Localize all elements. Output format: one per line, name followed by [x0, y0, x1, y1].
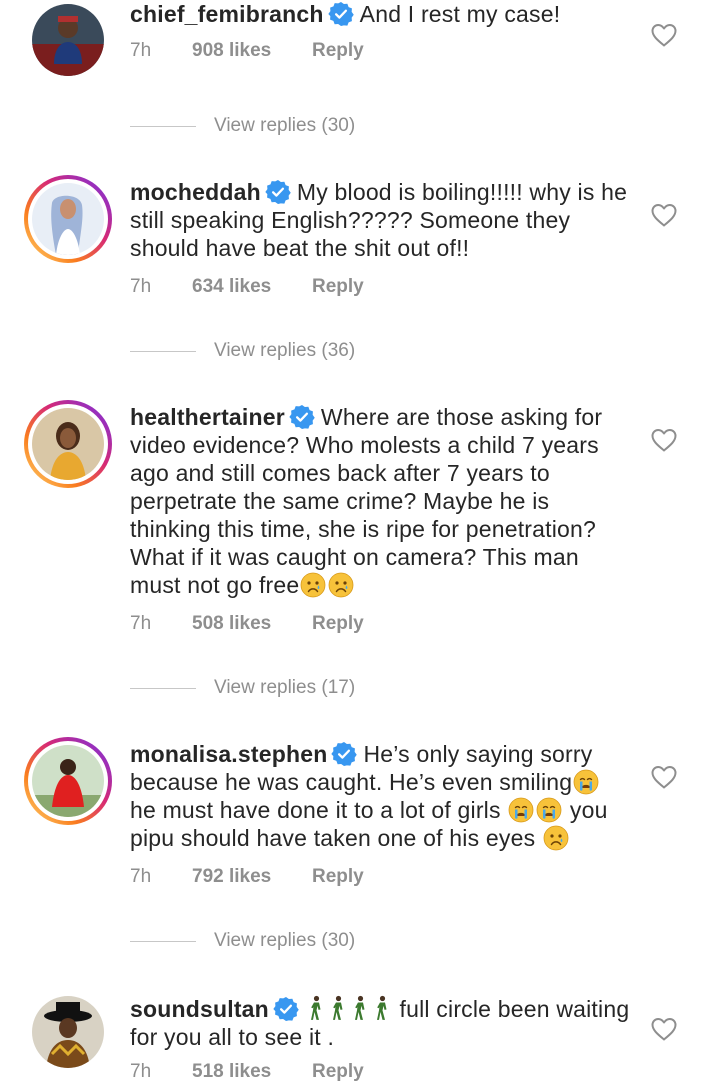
comments-feed: chief_femibranch And I rest my case! 7h 9…: [0, 0, 720, 1082]
comment-time: 7h: [130, 40, 152, 61]
likes-count[interactable]: 508 likes: [192, 610, 271, 638]
heart-icon[interactable]: [650, 1015, 678, 1043]
reply-button[interactable]: Reply: [312, 863, 364, 891]
reply-button[interactable]: Reply: [312, 610, 364, 638]
heart-icon[interactable]: [650, 201, 678, 229]
verified-badge-icon: [328, 1, 354, 27]
comment-text: he must have done it to a lot of girls: [130, 797, 501, 823]
likes-count[interactable]: 792 likes: [192, 863, 271, 891]
crying-face-icon: [573, 769, 599, 795]
comment-body: chief_femibranch And I rest my case!: [130, 0, 630, 28]
verified-badge-icon: [265, 179, 291, 205]
avatar[interactable]: [24, 175, 112, 263]
likes-count[interactable]: 518 likes: [192, 1058, 271, 1086]
likes-count[interactable]: 908 likes: [192, 37, 271, 65]
username[interactable]: chief_femibranch: [130, 1, 324, 27]
view-replies-label[interactable]: View replies (30): [214, 112, 355, 140]
username[interactable]: soundsultan: [130, 996, 269, 1022]
comment-body: healthertainer Where are those asking for…: [130, 403, 630, 599]
comment-body: soundsultan full circle been waiting for…: [130, 995, 630, 1051]
comment-text: Where are those asking for video evidenc…: [130, 404, 603, 598]
heart-icon[interactable]: [650, 21, 678, 49]
view-replies-label[interactable]: View replies (17): [214, 674, 355, 702]
sad-face-icon: [328, 572, 354, 598]
sad-face-icon: [300, 572, 326, 598]
person-walking-icon: [307, 995, 325, 1021]
avatar[interactable]: [32, 4, 104, 76]
comment-body: mocheddah My blood is boiling!!!!! why is…: [130, 178, 630, 262]
comment-time: 7h: [130, 1061, 152, 1082]
avatar[interactable]: [24, 737, 112, 825]
comment-time: 7h: [130, 613, 152, 634]
heart-icon[interactable]: [650, 426, 678, 454]
view-replies-label[interactable]: View replies (36): [214, 337, 355, 365]
divider: [130, 941, 196, 942]
avatar[interactable]: [24, 400, 112, 488]
username[interactable]: monalisa.stephen: [130, 741, 327, 767]
reply-button[interactable]: Reply: [312, 1058, 364, 1086]
reply-button[interactable]: Reply: [312, 37, 364, 65]
comment-time: 7h: [130, 276, 152, 297]
crying-face-icon: [536, 797, 562, 823]
person-walking-icon: [373, 995, 391, 1021]
reply-button[interactable]: Reply: [312, 273, 364, 301]
comment-body: monalisa.stephen He’s only saying sorry b…: [130, 740, 630, 852]
verified-badge-icon: [331, 741, 357, 767]
crying-face-icon: [508, 797, 534, 823]
username[interactable]: healthertainer: [130, 404, 285, 430]
view-replies-label[interactable]: View replies (30): [214, 927, 355, 955]
divider: [130, 688, 196, 689]
divider: [130, 126, 196, 127]
comment-time: 7h: [130, 866, 152, 887]
verified-badge-icon: [273, 996, 299, 1022]
person-walking-icon: [351, 995, 369, 1021]
sad-face-icon: [543, 825, 569, 851]
avatar[interactable]: [32, 996, 104, 1068]
comment-text: And I rest my case!: [359, 1, 561, 27]
verified-badge-icon: [289, 404, 315, 430]
heart-icon[interactable]: [650, 763, 678, 791]
likes-count[interactable]: 634 likes: [192, 273, 271, 301]
person-walking-icon: [329, 995, 347, 1021]
divider: [130, 351, 196, 352]
username[interactable]: mocheddah: [130, 179, 261, 205]
